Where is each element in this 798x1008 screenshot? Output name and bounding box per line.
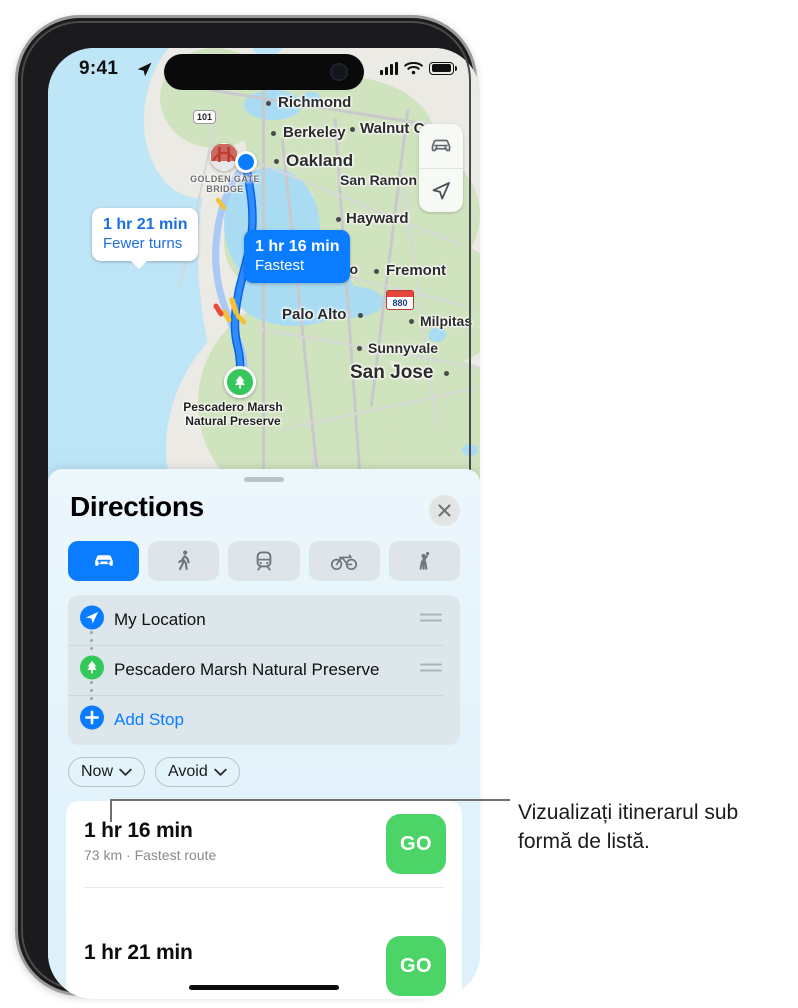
page-title: Directions xyxy=(70,491,204,522)
avoid-options-chip[interactable]: Avoid xyxy=(155,757,240,787)
destination-pin-icon xyxy=(80,655,104,685)
wifi-icon xyxy=(404,61,423,75)
rideshare-icon xyxy=(420,552,430,570)
origin-field[interactable]: My Location xyxy=(68,595,450,645)
status-time: 9:41 xyxy=(79,58,119,79)
route-row-fastest[interactable]: 1 hr 16 min 73 km · Fastest route GO xyxy=(66,801,462,887)
highway-shield-880: 880 xyxy=(386,290,414,310)
status-indicators xyxy=(380,61,458,75)
chevron-down-icon xyxy=(214,768,227,776)
annotation-leader-horizontal xyxy=(110,799,510,801)
car-icon xyxy=(431,139,451,152)
mode-driving[interactable] xyxy=(68,541,140,581)
destination-value: Pescadero Marsh Natural Preserve xyxy=(114,660,380,679)
status-bar: 9:41 xyxy=(48,48,480,98)
highway-shield-101: 101 xyxy=(193,110,217,124)
golden-gate-bridge-pin[interactable] xyxy=(210,143,238,171)
cellular-bars-icon xyxy=(380,61,398,75)
navigation-arrow-icon xyxy=(80,605,104,635)
mode-cycling[interactable] xyxy=(308,541,380,581)
route-callout-fastest[interactable]: 1 hr 16 min Fastest xyxy=(244,230,351,283)
battery-icon xyxy=(429,61,458,75)
mode-walking[interactable] xyxy=(148,541,220,581)
reorder-handle-icon[interactable] xyxy=(418,610,444,631)
dynamic-island xyxy=(164,54,364,90)
home-indicator[interactable] xyxy=(189,985,339,990)
annotation-text: Vizualizați itinerarul sub formă de list… xyxy=(518,801,739,854)
destination-pin-label: Pescadero Marsh Natural Preserve xyxy=(183,400,283,429)
bridge-icon xyxy=(211,144,237,170)
chevron-down-icon xyxy=(119,768,132,776)
route-callout-time: 1 hr 16 min xyxy=(255,238,340,255)
tree-icon xyxy=(235,375,245,389)
location-arrow-icon xyxy=(432,181,450,199)
bicycle-icon xyxy=(331,554,358,571)
route-fields: My Location Pescadero Marsh Natural Pres… xyxy=(68,595,460,745)
route-callout-subtitle: Fewer turns xyxy=(103,234,183,252)
map-route-lines xyxy=(212,160,257,387)
screenshot-root: GOLDEN GATE BRIDGE Pescadero Marsh Natural… xyxy=(0,0,798,1008)
location-arrow-icon xyxy=(136,61,153,83)
go-button[interactable]: GO xyxy=(386,936,446,996)
train-icon xyxy=(256,551,272,571)
mode-rideshare[interactable] xyxy=(388,541,461,581)
add-stop-button[interactable]: Add Stop xyxy=(68,695,450,745)
destination-field[interactable]: Pescadero Marsh Natural Preserve xyxy=(68,645,450,695)
close-icon xyxy=(438,504,451,517)
driving-mode-button[interactable] xyxy=(419,124,463,168)
origin-value: My Location xyxy=(114,610,206,629)
close-button[interactable] xyxy=(429,495,460,526)
annotation-leader-vertical xyxy=(110,800,112,822)
field-divider xyxy=(68,645,444,646)
front-camera xyxy=(330,63,348,81)
callout-tail xyxy=(130,259,148,269)
current-location-dot xyxy=(235,151,257,173)
route-callout-subtitle: Fastest xyxy=(255,256,305,274)
mode-transit[interactable] xyxy=(228,541,300,581)
add-stop-label: Add Stop xyxy=(114,710,184,729)
route-callout-time: 1 hr 21 min xyxy=(103,216,188,233)
go-button[interactable]: GO xyxy=(386,814,446,874)
field-divider xyxy=(68,695,444,696)
travel-mode-selector xyxy=(68,541,461,581)
phone-frame: GOLDEN GATE BRIDGE Pescadero Marsh Natural… xyxy=(18,18,480,999)
avoid-label: Avoid xyxy=(168,763,208,780)
reorder-handle-icon[interactable] xyxy=(418,660,444,681)
directions-sheet: Directions My Location Pescadero Marsh N… xyxy=(48,469,480,999)
destination-pin[interactable] xyxy=(224,366,256,398)
departure-time-label: Now xyxy=(81,763,114,780)
departure-time-chip[interactable]: Now xyxy=(68,757,146,787)
walk-icon xyxy=(177,550,190,571)
route-options-chips: Now Avoid xyxy=(68,757,240,787)
phone-screen: GOLDEN GATE BRIDGE Pescadero Marsh Natural… xyxy=(48,48,480,999)
route-callout-fewer-turns[interactable]: 1 hr 21 min Fewer turns xyxy=(92,208,199,269)
route-list-card: 1 hr 16 min 73 km · Fastest route GO 1 h… xyxy=(66,801,462,999)
plus-icon xyxy=(80,705,104,735)
recenter-button[interactable] xyxy=(419,168,463,212)
car-icon xyxy=(94,555,113,566)
route-row-alternate[interactable]: 1 hr 21 min GO xyxy=(66,887,462,996)
map-controls xyxy=(419,124,463,212)
golden-gate-bridge-label: GOLDEN GATE BRIDGE xyxy=(190,174,260,195)
sheet-drag-handle[interactable] xyxy=(244,477,284,482)
